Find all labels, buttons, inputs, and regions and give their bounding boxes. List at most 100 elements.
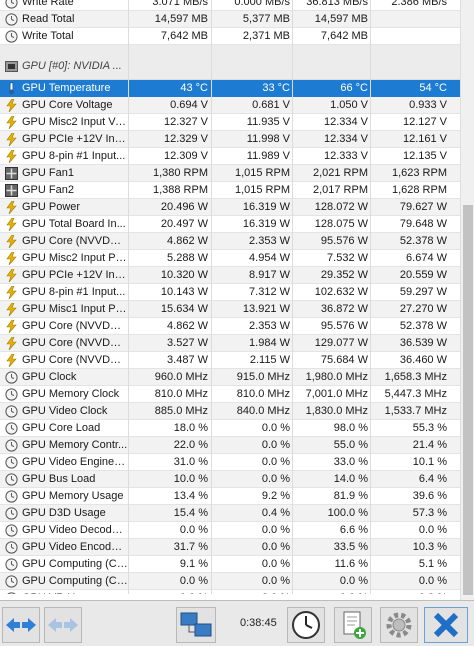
settings-gear-icon	[386, 612, 412, 638]
sensor-row[interactable]: GPU PCIe +12V Inp... 10.320 W 8.917 W 29.35…	[0, 267, 460, 284]
sensor-value: 0.0 %	[294, 591, 368, 594]
sensor-row[interactable]: GPU Power 20.496 W 16.319 W 128.072 W 79.627…	[0, 199, 460, 216]
sensor-row[interactable]: GPU Misc1 Input Po... 15.634 W 13.921 W 36.…	[0, 301, 460, 318]
sensor-value: 52.378 W	[399, 320, 447, 332]
sensor-row[interactable]: GPU VR Usage0.0 %0.0 %0.0 %0.0 %	[0, 590, 460, 594]
sensor-value: 12.329 V	[163, 133, 208, 145]
sensor-value: 2.115 W	[249, 354, 290, 366]
sensor-value: 9.1 %	[179, 558, 208, 570]
sensor-name: GPU Video Encode ...	[22, 541, 128, 553]
sensor-value: 20.496 W	[160, 201, 208, 213]
close-x-icon	[433, 612, 459, 638]
sensor-row[interactable]: GPU Fan2 1,388 RPM 1,015 RPM 2,017 RPM 1,628…	[0, 182, 460, 199]
sensor-value: 4.954 W	[249, 252, 290, 264]
sensor-row[interactable]: GPU Misc2 Input Po... 5.288 W 4.954 W 7.532…	[0, 250, 460, 267]
sensor-row[interactable]: GPU Computing (Co... 0.0 % 0.0 % 0.0 % 0.0 %	[0, 573, 460, 590]
sensor-row[interactable]: GPU Core (NVVDD1... 4.862 W 2.353 W 95.576 …	[0, 233, 460, 250]
sensor-name: GPU Core Load	[22, 422, 101, 434]
sensor-value: 0.4 %	[261, 507, 290, 519]
navigate-disabled-button[interactable]	[44, 607, 82, 643]
sensor-value: 75.684 W	[320, 354, 368, 366]
sensor-row[interactable]: GPU Computing (Co... 9.1 % 0.0 % 11.6 % 5.1 …	[0, 556, 460, 573]
sensor-row[interactable]: Write Total 7,642 MB 2,371 MB 7,642 MB	[0, 28, 460, 45]
sensor-value: 3.071 MB/s	[152, 0, 208, 8]
sensor-name: GPU Fan1	[22, 167, 74, 179]
settings-button[interactable]	[380, 607, 418, 643]
sensor-row[interactable]: GPU D3D Usage 15.4 % 0.4 % 100.0 % 57.3 %	[0, 505, 460, 522]
sensor-row[interactable]: GPU Memory Contr... 22.0 % 0.0 % 55.0 % 21.4…	[0, 437, 460, 454]
sensor-row[interactable]: GPU Core Voltage 0.694 V 0.681 V 1.050 V 0.9…	[0, 97, 460, 114]
sensor-value: 10.320 W	[160, 269, 208, 281]
sensor-value: 0.0 %	[261, 422, 290, 434]
sensor-value: 31.7 %	[173, 541, 208, 553]
scrollbar-thumb[interactable]	[463, 205, 473, 595]
sensor-row[interactable]: GPU Video Encode ... 31.7 % 0.0 % 33.5 % 10.…	[0, 539, 460, 556]
thermometer-icon	[9, 82, 14, 95]
sensor-row[interactable]: GPU Bus Load 10.0 % 0.0 % 14.0 % 6.4 %	[0, 471, 460, 488]
gpu-group-label: GPU [#0]: NVIDIA ...	[22, 60, 122, 72]
arrows-left-right-icon	[6, 618, 36, 632]
sensor-value: 0.0 %	[261, 439, 290, 451]
sensor-value: 98.0 %	[333, 422, 368, 434]
sensor-value: 810.0 MHz	[236, 388, 290, 400]
sensor-list[interactable]: Write Rate 3.071 MB/s 0.000 MB/s 36.813 MB/…	[0, 0, 460, 594]
sensor-row[interactable]: GPU Video Engine L... 31.0 % 0.0 % 33.0 % 10…	[0, 454, 460, 471]
lightning-icon	[6, 354, 17, 367]
sensor-value: 7,642 MB	[320, 30, 368, 42]
vertical-scrollbar[interactable]	[460, 0, 474, 600]
sensor-value: 18.0 %	[173, 422, 208, 434]
sensor-row[interactable]: GPU Temperature 43 °C 33 °C 66 °C 54 °C	[0, 80, 460, 97]
sensor-row[interactable]: GPU PCIe +12V Inp... 12.329 V 11.998 V 12.3…	[0, 131, 460, 148]
sensor-row[interactable]: GPU 8-pin #1 Input... 10.143 W 7.312 W 102.…	[0, 284, 460, 301]
close-button[interactable]	[424, 607, 468, 643]
sensor-value: 0.0 %	[261, 558, 290, 570]
sensor-name: GPU Misc1 Input Po...	[22, 303, 128, 315]
sensor-name: GPU PCIe +12V Inp...	[22, 269, 128, 281]
sensor-row[interactable]: GPU Core (NVVDD) ... 4.862 W 2.353 W 95.576…	[0, 318, 460, 335]
sensor-value: 29.352 W	[320, 269, 368, 281]
sensor-row[interactable]: GPU Core (NVVDD) ... 3.487 W 2.115 W 75.684…	[0, 352, 460, 369]
sensor-value: 810.0 MHz	[154, 388, 208, 400]
network-button[interactable]	[176, 607, 216, 643]
sensor-value: 885.0 MHz	[154, 405, 208, 417]
clock-button[interactable]	[287, 607, 325, 643]
sensor-value: 7,001.0 MHz	[305, 388, 368, 400]
gpu-chip-icon	[5, 61, 18, 72]
sensor-name: GPU Bus Load	[22, 473, 96, 485]
clock-icon	[5, 13, 18, 26]
clock-icon	[5, 422, 18, 435]
gpu-group-header[interactable]: GPU [#0]: NVIDIA ...	[0, 45, 460, 80]
sensor-value: 36.872 W	[320, 303, 368, 315]
sensor-row[interactable]: GPU Memory Clock 810.0 MHz 810.0 MHz 7,001.…	[0, 386, 460, 403]
sensor-value: 0.0 %	[179, 524, 208, 536]
sensor-value: 0.0 %	[261, 524, 290, 536]
sensor-row[interactable]: GPU Core (NVVDD) ... 3.527 W 1.984 W 129.07…	[0, 335, 460, 352]
sensor-value: 2.353 W	[249, 235, 290, 247]
sensor-row[interactable]: Write Rate 3.071 MB/s 0.000 MB/s 36.813 MB/…	[0, 0, 460, 11]
report-button[interactable]	[334, 607, 372, 643]
sensor-row[interactable]: GPU Misc2 Input Vol... 12.327 V 11.935 V 12…	[0, 114, 460, 131]
sensor-value: 12.327 V	[163, 116, 208, 128]
clock-icon	[5, 473, 18, 486]
sensor-row[interactable]: Read Total 14,597 MB 5,377 MB 14,597 MB	[0, 11, 460, 28]
fan-icon	[5, 184, 18, 197]
sensor-row[interactable]: GPU Core Load 18.0 % 0.0 % 98.0 % 55.3 %	[0, 420, 460, 437]
sensor-name: GPU Core (NVVDD1...	[22, 235, 128, 247]
sensor-name: GPU Memory Usage	[22, 490, 124, 502]
sensor-row[interactable]: GPU Total Board In... 20.497 W 16.319 W 128…	[0, 216, 460, 233]
sensor-row[interactable]: GPU Clock 960.0 MHz 915.0 MHz 1,980.0 MHz 1,…	[0, 369, 460, 386]
sensor-row[interactable]: GPU 8-pin #1 Input... 12.309 V 11.989 V 12.…	[0, 148, 460, 165]
sensor-row[interactable]: GPU Video Decode ... 0.0 % 0.0 % 6.6 % 0.0 %	[0, 522, 460, 539]
sensor-value: 0.0 %	[372, 591, 447, 594]
sensor-value: 1,628 RPM	[391, 184, 447, 196]
sensor-value: 43 °C	[180, 82, 208, 94]
sensor-row[interactable]: GPU Video Clock 885.0 MHz 840.0 MHz 1,830.0…	[0, 403, 460, 420]
navigate-button[interactable]	[2, 607, 40, 643]
clock-icon	[7, 592, 16, 594]
sensor-value: 0.0 %	[261, 575, 290, 587]
sensor-value: 79.648 W	[399, 218, 447, 230]
sensor-row[interactable]: GPU Memory Usage 13.4 % 9.2 % 81.9 % 39.6 %	[0, 488, 460, 505]
sensor-value: 4.862 W	[167, 320, 208, 332]
sensor-row[interactable]: GPU Fan1 1,380 RPM 1,015 RPM 2,021 RPM 1,623…	[0, 165, 460, 182]
sensor-value: 12.161 V	[402, 133, 447, 145]
